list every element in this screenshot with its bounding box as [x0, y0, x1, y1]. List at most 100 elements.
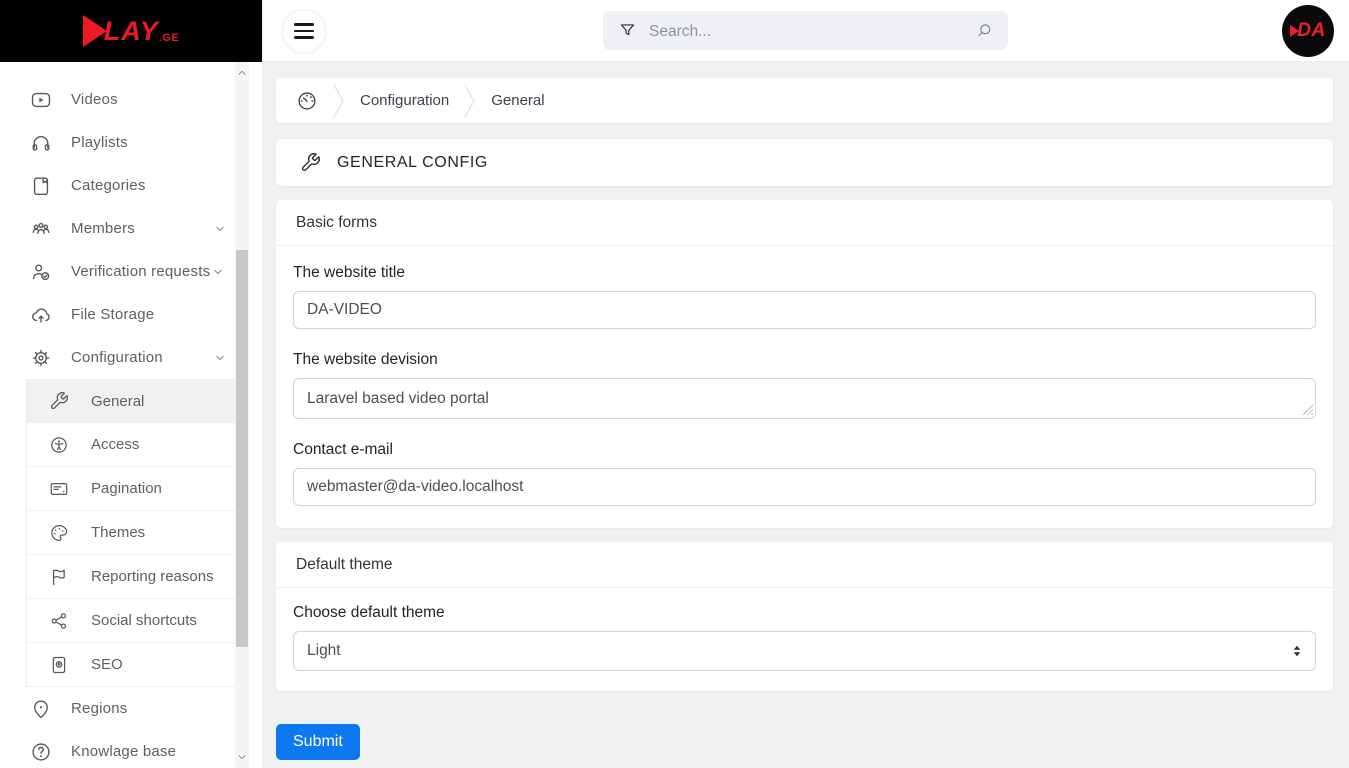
journal-arrow-icon [52, 656, 66, 673]
submenu-item-general[interactable]: General [27, 379, 237, 423]
sidebar-item-verification-requests[interactable]: Verification requests [0, 250, 262, 293]
breadcrumb: Configuration General [276, 78, 1333, 123]
breadcrumb-item-general: General [491, 92, 545, 109]
sidebar-item-label: Configuration [71, 349, 163, 366]
sidebar-item-configuration[interactable]: Configuration [0, 336, 262, 379]
person-check-icon [32, 263, 50, 280]
field-label: The website devision [293, 351, 438, 368]
scrollbar-thumb[interactable] [236, 250, 248, 647]
admin-app: LAY .GE Videos Playlists Categories Memb… [0, 0, 1349, 768]
submenu-item-social-shortcuts[interactable]: Social shortcuts [27, 599, 237, 643]
sidebar: LAY .GE Videos Playlists Categories Memb… [0, 0, 263, 768]
selected-option: Light [307, 642, 341, 659]
search-box [603, 11, 1008, 52]
submenu-item-access[interactable]: Access [27, 423, 237, 467]
field-label: The website title [293, 264, 405, 281]
submenu-item-seo[interactable]: SEO [27, 643, 237, 687]
sidebar-item-members[interactable]: Members [0, 207, 262, 250]
sidebar-item-label: Playlists [71, 134, 128, 151]
topbar: DA [263, 0, 1349, 62]
card-lines-icon [50, 482, 68, 495]
website-devision-textarea[interactable]: Laravel based video portal [293, 378, 1316, 419]
field-label: Contact e-mail [293, 441, 393, 458]
share-nodes-icon [51, 612, 67, 629]
website-devision-field: The website devision Laravel based video… [293, 351, 1316, 419]
sidebar-item-label: File Storage [71, 306, 155, 323]
gear-icon [32, 349, 50, 366]
video-play-icon [31, 92, 51, 107]
chevron-down-icon [214, 269, 222, 274]
user-avatar[interactable]: DA [1282, 5, 1334, 57]
people-group-icon [32, 222, 50, 234]
chevron-down-icon [216, 226, 224, 231]
scroll-up-icon[interactable] [235, 64, 249, 82]
breadcrumb-item-configuration[interactable]: Configuration [360, 92, 449, 109]
hamburger-icon [294, 29, 314, 33]
sidebar-item-knowlage-base[interactable]: Knowlage base [0, 730, 262, 768]
logo-word: LAY [103, 15, 159, 46]
scroll-down-icon[interactable] [235, 748, 249, 766]
card-title: Default theme [276, 542, 1333, 588]
accessibility-icon [51, 436, 67, 453]
submenu-item-label: Access [91, 436, 140, 453]
sidebar-item-label: Categories [71, 177, 146, 194]
geo-pin-icon [34, 700, 48, 718]
sidebar-item-label: Regions [71, 700, 128, 717]
wrench-icon [50, 392, 68, 410]
submenu-item-label: SEO [91, 656, 123, 673]
filter-icon[interactable] [618, 21, 637, 40]
search-icon[interactable] [975, 21, 994, 40]
logo-tld: .GE [158, 32, 180, 44]
hamburger-icon [294, 36, 314, 39]
submenu-item-label: Themes [91, 524, 146, 541]
contact-email-field: Contact e-mail [293, 441, 1316, 506]
page-title: GENERAL CONFIG [337, 153, 488, 171]
website-title-field: The website title [293, 264, 1316, 329]
search-input[interactable] [647, 11, 968, 52]
sidebar-item-label: Knowlage base [71, 743, 177, 760]
submenu-item-pagination[interactable]: Pagination [27, 467, 237, 511]
sidebar-item-categories[interactable]: Categories [0, 164, 262, 207]
card-title: Basic forms [276, 200, 1333, 246]
sidebar-item-playlists[interactable]: Playlists [0, 121, 262, 164]
submenu-item-themes[interactable]: Themes [27, 511, 237, 555]
palette-icon [51, 524, 68, 541]
configuration-submenu: General Access Pagination Themes Reporti… [26, 379, 237, 687]
default-theme-card: Default theme Choose default theme Light [276, 542, 1333, 691]
submenu-item-label: Reporting reasons [91, 568, 214, 585]
select-stepper-icon [1293, 645, 1301, 657]
sidebar-item-file-storage[interactable]: File Storage [0, 293, 262, 336]
sidebar-scrollbar[interactable] [235, 62, 249, 768]
default-theme-select[interactable]: Light [293, 631, 1316, 671]
dashboard-speedometer-icon[interactable] [296, 90, 318, 112]
field-label: Choose default theme [293, 604, 445, 621]
menu-toggle-button[interactable] [282, 9, 326, 53]
submenu-item-label: Pagination [91, 480, 162, 497]
submenu-item-label: Social shortcuts [91, 612, 197, 629]
choose-theme-field: Choose default theme Light [293, 604, 1316, 671]
submit-button[interactable]: Submit [276, 724, 360, 760]
contact-email-input[interactable] [293, 468, 1316, 506]
submenu-item-label: General [91, 392, 145, 410]
sidebar-item-label: Videos [71, 91, 118, 108]
play-ge-logo[interactable]: LAY .GE [82, 15, 180, 47]
breadcrumb-separator-icon [464, 83, 475, 118]
submenu-item-reporting-reasons[interactable]: Reporting reasons [27, 555, 237, 599]
headphones-icon [32, 135, 50, 151]
flag-icon [52, 569, 65, 585]
sidebar-item-regions[interactable]: Regions [0, 687, 262, 730]
main-content: Configuration General GENERAL CONFIG Bas… [263, 62, 1349, 768]
journal-bookmark-icon [33, 177, 49, 195]
cloud-upload-icon [32, 307, 50, 323]
sidebar-item-videos[interactable]: Videos [0, 78, 262, 121]
hamburger-icon [294, 23, 314, 26]
chevron-down-icon [216, 355, 224, 360]
avatar-initials: DA [1297, 20, 1326, 41]
website-title-input[interactable] [293, 291, 1316, 329]
breadcrumb-separator-icon [333, 83, 344, 118]
page-title-bar: GENERAL CONFIG [276, 139, 1333, 186]
logo-header: LAY .GE [0, 0, 262, 62]
sidebar-item-label: Verification requests [71, 263, 211, 280]
wrench-icon [302, 153, 320, 171]
sidebar-item-label: Members [71, 220, 135, 237]
